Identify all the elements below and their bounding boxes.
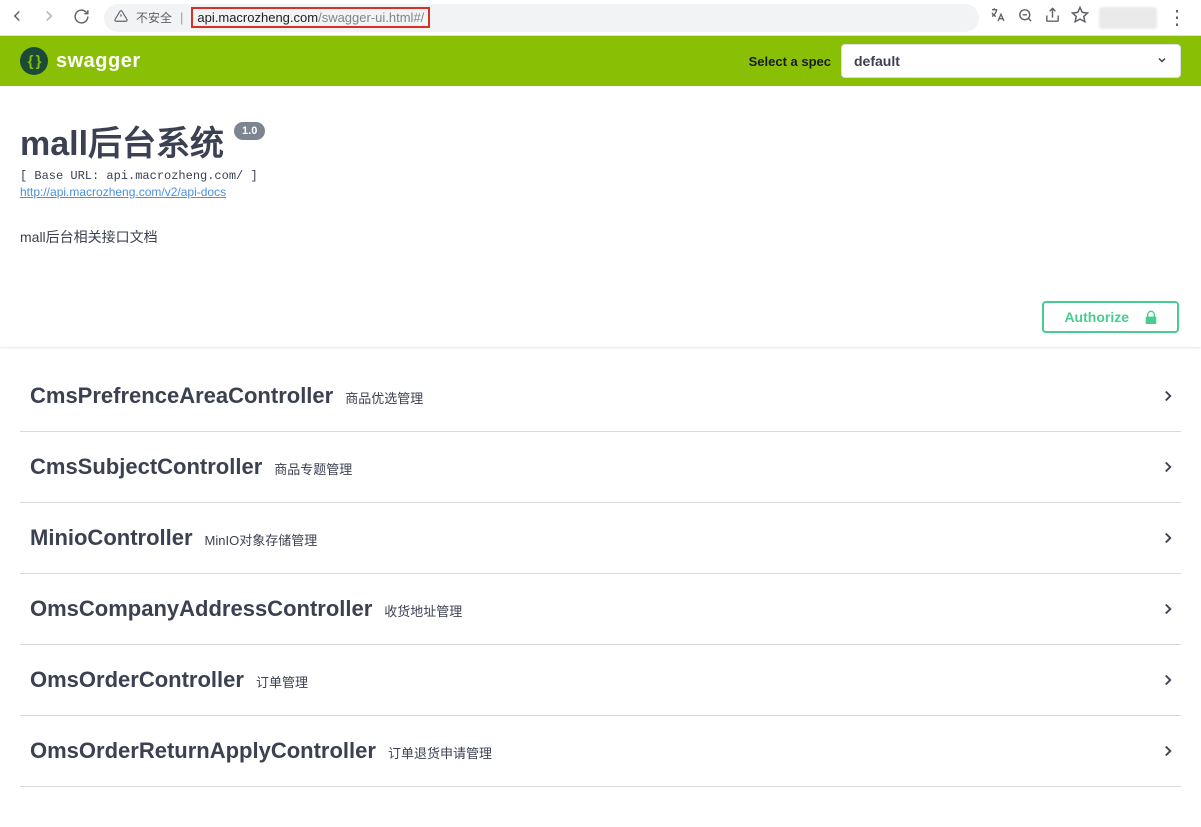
tag-left: OmsCompanyAddressController 收货地址管理	[30, 596, 462, 622]
tag-left: CmsSubjectController 商品专题管理	[30, 454, 352, 480]
tag-row[interactable]: OmsCompanyAddressController 收货地址管理	[20, 574, 1181, 645]
api-docs-link[interactable]: http://api.macrozheng.com/v2/api-docs	[20, 185, 226, 199]
translate-icon[interactable]	[989, 6, 1007, 29]
chevron-down-icon	[1156, 54, 1168, 69]
tag-name: OmsOrderController	[30, 667, 244, 693]
separator: |	[180, 10, 183, 25]
star-icon[interactable]	[1071, 6, 1089, 29]
tag-row[interactable]: CmsSubjectController 商品专题管理	[20, 432, 1181, 503]
lock-icon	[1143, 309, 1157, 325]
api-version-badge: 1.0	[234, 122, 265, 140]
tag-left: CmsPrefrenceAreaController 商品优选管理	[30, 383, 423, 409]
tag-row[interactable]: OmsOrderController 订单管理	[20, 645, 1181, 716]
tag-row[interactable]: CmsPrefrenceAreaController 商品优选管理	[20, 377, 1181, 432]
api-description: mall后台相关接口文档	[20, 227, 1181, 247]
tag-left: OmsOrderController 订单管理	[30, 667, 308, 693]
authorize-label: Authorize	[1064, 309, 1129, 325]
tag-description: 商品优选管理	[345, 388, 423, 407]
kebab-menu-icon[interactable]: ⋮	[1167, 5, 1187, 30]
base-url: [ Base URL: api.macrozheng.com/ ]	[20, 169, 1181, 183]
address-bar[interactable]: 不安全 | api.macrozheng.com/swagger-ui.html…	[104, 4, 979, 32]
info-section: mall后台系统 1.0 [ Base URL: api.macrozheng.…	[0, 86, 1201, 247]
tag-description: 订单退货申请管理	[388, 743, 492, 762]
back-icon[interactable]	[8, 7, 26, 28]
browser-chrome: 不安全 | api.macrozheng.com/swagger-ui.html…	[0, 0, 1201, 36]
select-spec-label: Select a spec	[749, 54, 831, 69]
tag-name: MinioController	[30, 525, 193, 551]
browser-right-icons: ⋮	[989, 5, 1193, 30]
profile-avatar[interactable]	[1099, 7, 1157, 29]
chevron-right-icon	[1159, 671, 1177, 689]
scheme-container: Authorize	[0, 287, 1201, 347]
chevron-right-icon	[1159, 458, 1177, 476]
browser-nav-icons	[8, 7, 90, 28]
zoom-icon[interactable]	[1017, 7, 1034, 29]
swagger-topbar: { } swagger Select a spec default	[0, 36, 1201, 86]
chevron-right-icon	[1159, 742, 1177, 760]
forward-icon[interactable]	[40, 7, 58, 28]
authorize-button[interactable]: Authorize	[1042, 301, 1179, 333]
tag-description: 商品专题管理	[274, 459, 352, 478]
chevron-right-icon	[1159, 387, 1177, 405]
topbar-brand: { } swagger	[20, 47, 141, 75]
chevron-right-icon	[1159, 529, 1177, 547]
api-title: mall后台系统 1.0	[20, 116, 265, 165]
topbar-spec-selector: Select a spec default	[749, 44, 1181, 78]
tag-description: MinIO对象存储管理	[205, 530, 318, 549]
reload-icon[interactable]	[72, 8, 90, 28]
spec-select-value: default	[854, 53, 900, 69]
tag-name: CmsSubjectController	[30, 454, 262, 480]
swagger-logo-icon: { }	[20, 47, 48, 75]
tag-name: CmsPrefrenceAreaController	[30, 383, 333, 409]
url-text: api.macrozheng.com/swagger-ui.html#/	[191, 7, 430, 28]
spec-select[interactable]: default	[841, 44, 1181, 78]
tag-name: OmsOrderReturnApplyController	[30, 738, 376, 764]
tags-list: CmsPrefrenceAreaController 商品优选管理 CmsSubje…	[0, 347, 1201, 827]
tag-left: OmsOrderReturnApplyController 订单退货申请管理	[30, 738, 492, 764]
api-title-text: mall后台系统	[20, 116, 224, 165]
share-icon[interactable]	[1044, 7, 1061, 29]
tag-name: OmsCompanyAddressController	[30, 596, 372, 622]
insecure-icon	[114, 9, 128, 26]
tag-row[interactable]: MinioController MinIO对象存储管理	[20, 503, 1181, 574]
chevron-right-icon	[1159, 600, 1177, 618]
tag-left: MinioController MinIO对象存储管理	[30, 525, 317, 551]
swagger-brand-text: swagger	[56, 50, 141, 73]
tag-description: 收货地址管理	[384, 601, 462, 620]
tag-row[interactable]: OmsOrderReturnApplyController 订单退货申请管理	[20, 716, 1181, 787]
insecure-label: 不安全	[136, 9, 172, 26]
tag-description: 订单管理	[256, 672, 308, 691]
